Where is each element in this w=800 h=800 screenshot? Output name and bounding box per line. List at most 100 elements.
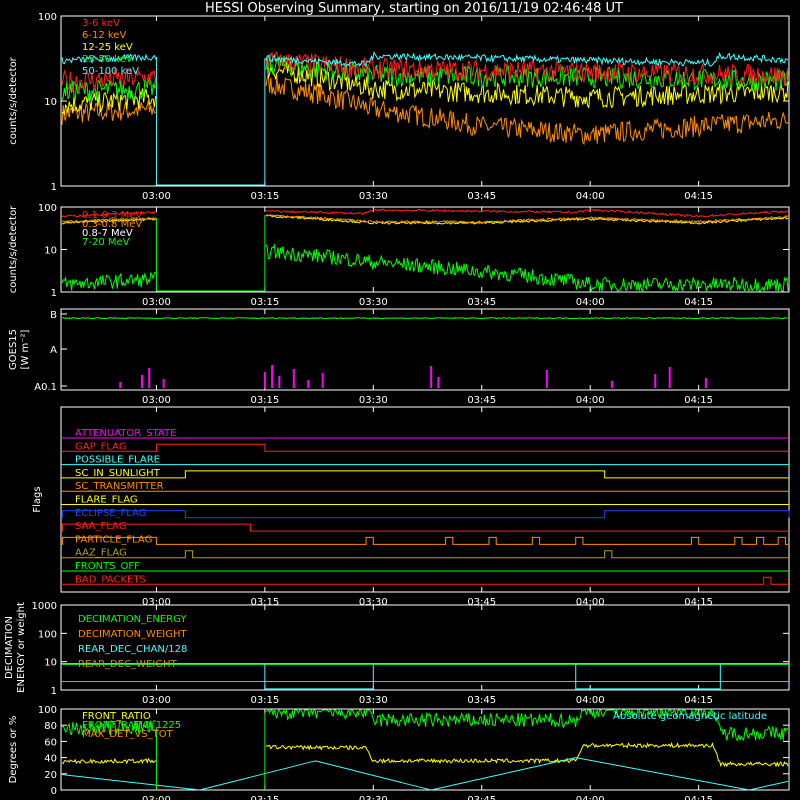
rear-dec-line [264, 663, 374, 690]
series-line [61, 54, 789, 102]
gap-line [155, 214, 266, 292]
y-tick-label: 40 [44, 754, 57, 765]
y-axis-label: GOES15 [8, 329, 19, 370]
series-line [61, 214, 789, 225]
flag-label: PARTICLE_FLAG [75, 534, 152, 545]
flag-line [61, 443, 789, 452]
x-tick-label: 03:00 [142, 297, 171, 308]
flag-label: SC_IN_SUNLIGHT [75, 468, 161, 479]
flag-line [61, 536, 789, 545]
x-tick-label: 03:15 [250, 695, 279, 706]
x-tick-label: 03:30 [359, 191, 388, 202]
flag-label: SC_TRANSMITTER [75, 481, 164, 492]
legend-entry: 12-25 keV [82, 42, 133, 53]
legend-entry: DECIMATION_WEIGHT [78, 629, 187, 640]
series-line [61, 741, 789, 768]
x-tick-label: 04:15 [684, 795, 713, 800]
y-tick-label: B [50, 310, 57, 321]
gap-line [155, 56, 266, 186]
y-tick-label: 1000 [32, 601, 57, 612]
y-tick-label: 10 [44, 658, 57, 669]
x-tick-label: 03:30 [359, 395, 388, 406]
flag-line [61, 550, 789, 559]
y-tick-label: 1 [51, 288, 57, 299]
series-line [61, 51, 789, 67]
legend-entry: DECIMATION_ENERGY [78, 614, 187, 625]
y-axis-label: ENERGY or weight [16, 602, 27, 693]
y-axis-label: Degrees or % [8, 716, 19, 784]
y-axis-label: [W m⁻²] [20, 329, 31, 369]
y-tick-label: 80 [44, 721, 57, 732]
y-tick-label: 100 [38, 705, 57, 716]
y-axis-label: counts/s/detector [8, 205, 19, 293]
x-tick-label: 03:15 [250, 191, 279, 202]
flag-label: POSSIBLE_FLARE [75, 455, 160, 466]
flag-label: ECLIPSE_FLAG [75, 508, 146, 519]
x-tick-label: 03:15 [250, 395, 279, 406]
flag-label: AAZ_FLAG [75, 548, 127, 559]
legend-entry: 50-100 keV [82, 66, 139, 77]
series-line [61, 214, 789, 224]
y-tick-label: 60 [44, 737, 57, 748]
latitude-annotation: Absolute geomagnetic latitude [613, 711, 767, 722]
flag-label: BAD_PACKETS [75, 574, 146, 585]
x-tick-label: 03:30 [359, 695, 388, 706]
y-tick-label: 10 [44, 97, 57, 108]
x-tick-label: 04:15 [684, 695, 713, 706]
x-tick-label: 03:45 [467, 297, 496, 308]
y-tick-label: 100 [38, 629, 57, 640]
legend-entry: 25-50 keV [82, 54, 133, 65]
legend-entry: 6-12 keV [82, 30, 126, 41]
y-axis-label: counts/s/detector [8, 56, 19, 144]
flag-label: FLARE_FLAG [75, 495, 138, 506]
x-tick-label: 03:15 [250, 795, 279, 800]
y-tick-label: A0.1 [34, 382, 57, 393]
x-tick-label: 04:00 [576, 297, 605, 308]
y-tick-label: 1 [51, 182, 57, 193]
legend-entry: MAX_DET_VS_TOT [82, 729, 174, 740]
latitude-line [61, 757, 789, 791]
flag-label: ATTENUATOR_STATE [75, 428, 176, 439]
y-tick-label: 100 [38, 12, 57, 23]
x-tick-label: 03:00 [142, 795, 171, 800]
x-tick-label: 03:15 [250, 297, 279, 308]
y-tick-label: 10 [44, 246, 57, 257]
x-tick-label: 04:00 [576, 191, 605, 202]
y-tick-label: A [50, 345, 57, 356]
panel1-frame [60, 15, 790, 187]
y-tick-label: 20 [44, 770, 57, 781]
y-tick-label: 1 [51, 686, 57, 697]
flag-label: GAP_FLAG [75, 441, 127, 452]
x-tick-label: 03:00 [142, 395, 171, 406]
legend-entry: REAR_DEC_WEIGHT [78, 659, 177, 670]
series-line [61, 208, 789, 218]
flag-label: SAA_FLAG [75, 521, 126, 532]
x-tick-label: 03:45 [467, 695, 496, 706]
flag-line [61, 470, 789, 479]
x-tick-label: 03:30 [359, 297, 388, 308]
flag-label: FRONTS_OFF [75, 561, 140, 572]
flag-line [61, 576, 789, 585]
series-line [61, 243, 789, 293]
legend-entry: REAR_DEC_CHAN/128 [78, 644, 187, 655]
x-tick-label: 04:15 [684, 191, 713, 202]
x-tick-label: 03:45 [467, 395, 496, 406]
legend-entry: 7-20 MeV [82, 237, 130, 248]
y-axis-label: Flags [32, 486, 43, 512]
x-tick-label: 03:45 [467, 795, 496, 800]
y-axis-label: DECIMATION [4, 616, 15, 679]
flag-line [61, 510, 790, 519]
x-tick-label: 03:30 [359, 795, 388, 800]
panel3-frame [60, 308, 790, 391]
x-tick-label: 03:00 [142, 191, 171, 202]
x-tick-label: 04:00 [576, 695, 605, 706]
x-tick-label: 04:00 [576, 795, 605, 800]
flag-line [61, 523, 789, 532]
x-tick-label: 03:45 [467, 191, 496, 202]
goes-line [61, 316, 788, 320]
hessi-summary-chart: HESSI Observing Summary, starting on 201… [4, 1, 790, 800]
x-tick-label: 03:00 [142, 695, 171, 706]
y-tick-label: 100 [38, 203, 57, 214]
y-tick-label: 0 [51, 786, 57, 797]
legend-entry: 3-6 keV [82, 18, 120, 29]
